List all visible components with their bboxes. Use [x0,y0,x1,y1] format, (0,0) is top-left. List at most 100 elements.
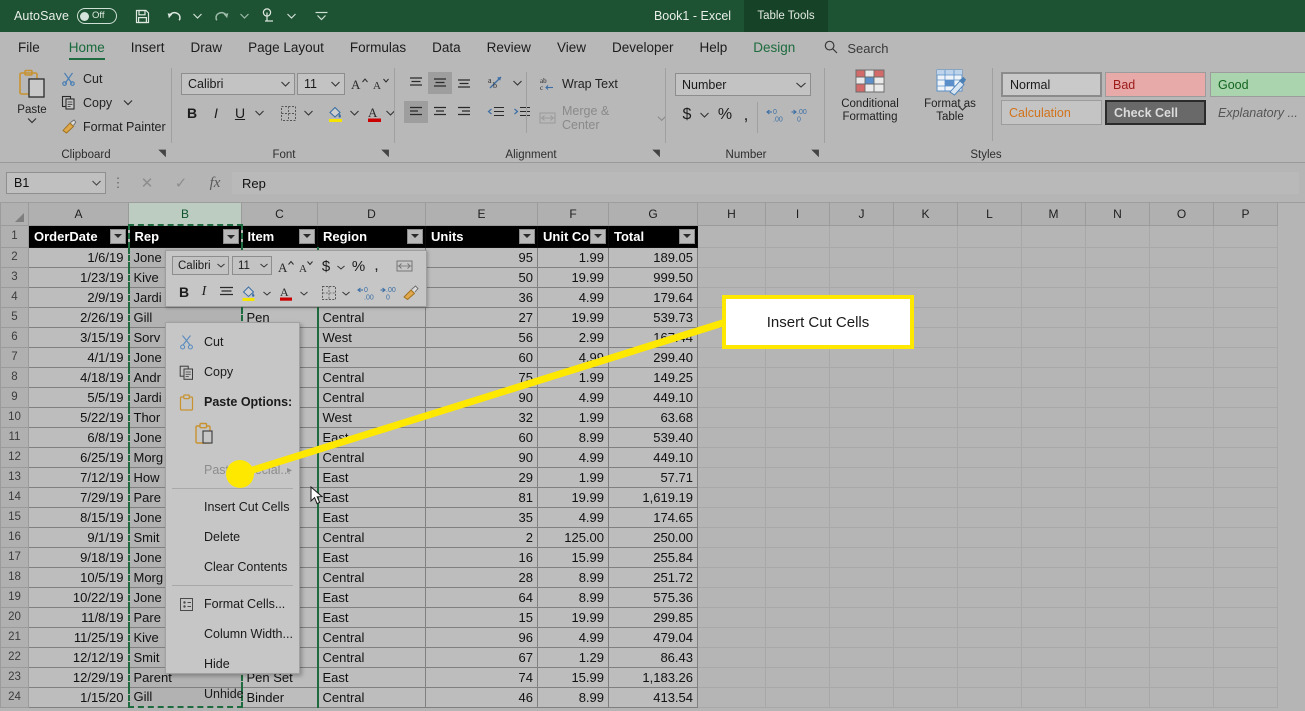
conditional-formatting-dropdown-icon[interactable] [958,98,967,116]
empty-cell[interactable] [1021,266,1086,288]
table-cell[interactable]: 1,619.19 [608,486,698,508]
empty-cell[interactable] [1149,366,1214,388]
empty-cell[interactable] [1021,286,1086,308]
empty-cell[interactable] [1085,546,1150,568]
col-header-H[interactable]: H [697,203,766,226]
autosave-toggle[interactable]: Off [77,8,118,24]
empty-cell[interactable] [1213,666,1278,688]
table-cell[interactable]: 16 [425,546,538,568]
table-cell[interactable]: 2/9/19 [28,286,129,308]
row-header[interactable]: 6 [0,326,29,348]
filter-dropdown-icon[interactable] [590,228,606,244]
row-header[interactable]: 18 [0,566,29,588]
increase-decimal-button[interactable]: .00 0 [788,104,814,126]
empty-cell[interactable] [1149,526,1214,548]
fill-color-dropdown-icon[interactable] [347,102,361,124]
empty-cell[interactable] [957,626,1022,648]
table-cell[interactable]: 60 [425,346,538,368]
col-header-K[interactable]: K [893,203,958,226]
orientation-button[interactable]: ab [484,72,510,94]
col-header-N[interactable]: N [1085,203,1150,226]
table-cell[interactable]: 539.73 [608,306,698,328]
empty-cell[interactable] [893,626,958,648]
col-header-I[interactable]: I [765,203,830,226]
empty-cell[interactable] [1085,646,1150,668]
italic-button[interactable]: I [205,102,227,124]
empty-cell[interactable] [829,506,894,528]
empty-cell[interactable] [829,386,894,408]
table-cell[interactable]: 8/15/19 [28,506,129,528]
table-cell[interactable]: 50 [425,266,538,288]
empty-cell[interactable] [893,346,958,368]
empty-cell[interactable] [1213,506,1278,528]
style-good[interactable]: Good [1210,72,1305,97]
table-cell[interactable]: East [316,506,426,528]
empty-cell[interactable] [957,426,1022,448]
row-header[interactable]: 24 [0,686,29,708]
table-cell[interactable]: 6/8/19 [28,426,129,448]
table-cell[interactable]: 63.68 [608,406,698,428]
empty-cell[interactable] [1149,224,1214,248]
empty-cell[interactable] [1149,666,1214,688]
table-cell[interactable]: 19.99 [537,486,609,508]
empty-cell[interactable] [765,386,830,408]
empty-cell[interactable] [893,666,958,688]
empty-cell[interactable] [893,406,958,428]
empty-cell[interactable] [957,666,1022,688]
table-header-cell[interactable]: Units [425,224,538,248]
table-cell[interactable]: 1.99 [537,246,609,268]
empty-cell[interactable] [1213,526,1278,548]
empty-cell[interactable] [1213,486,1278,508]
row-header[interactable]: 21 [0,626,29,648]
number-dialog-launcher[interactable]: ◥ [811,148,819,159]
empty-cell[interactable] [1213,586,1278,608]
table-cell[interactable]: 4.99 [537,626,609,648]
empty-cell[interactable] [765,686,830,708]
table-cell[interactable]: 15.99 [537,666,609,688]
empty-cell[interactable] [1149,546,1214,568]
mini-decrease-decimal-button[interactable]: 0.00 [356,282,380,303]
empty-cell[interactable] [893,246,958,268]
col-header-P[interactable]: P [1213,203,1278,226]
empty-cell[interactable] [1085,386,1150,408]
table-cell[interactable]: 12/29/19 [28,666,129,688]
table-cell[interactable]: 1,183.26 [608,666,698,688]
borders-dropdown-icon[interactable] [300,102,316,124]
clipboard-dialog-launcher[interactable]: ◥ [158,148,166,159]
mini-percent-button[interactable]: % [349,256,368,276]
col-header-J[interactable]: J [829,203,894,226]
fill-color-button[interactable] [323,102,347,124]
row-header[interactable]: 4 [0,286,29,308]
table-cell[interactable]: 75 [425,366,538,388]
empty-cell[interactable] [1213,426,1278,448]
col-header-M[interactable]: M [1021,203,1086,226]
empty-cell[interactable] [829,666,894,688]
table-cell[interactable]: 299.40 [608,346,698,368]
empty-cell[interactable] [765,586,830,608]
empty-cell[interactable] [1149,566,1214,588]
empty-cell[interactable] [1021,626,1086,648]
empty-cell[interactable] [697,466,766,488]
table-cell[interactable]: 4.99 [537,386,609,408]
empty-cell[interactable] [1021,526,1086,548]
paste-option-button[interactable] [166,417,299,455]
empty-cell[interactable] [829,446,894,468]
col-header-O[interactable]: O [1149,203,1214,226]
empty-cell[interactable] [1149,426,1214,448]
empty-cell[interactable] [765,486,830,508]
empty-cell[interactable] [1085,626,1150,648]
context-menu-item-hide[interactable]: Hide [166,649,299,679]
empty-cell[interactable] [697,406,766,428]
empty-cell[interactable] [765,346,830,368]
table-cell[interactable]: 56 [425,326,538,348]
accounting-format-button[interactable]: $ [676,104,698,126]
table-cell[interactable]: East [316,606,426,628]
context-menu-item-clear-contents[interactable]: Clear Contents [166,552,299,582]
table-cell[interactable]: 2.99 [537,326,609,348]
borders-button[interactable] [276,102,300,124]
empty-cell[interactable] [1149,646,1214,668]
undo-dropdown-icon[interactable] [191,3,204,29]
empty-cell[interactable] [697,546,766,568]
empty-cell[interactable] [765,446,830,468]
context-menu-item-unhide[interactable]: Unhide [166,679,299,709]
